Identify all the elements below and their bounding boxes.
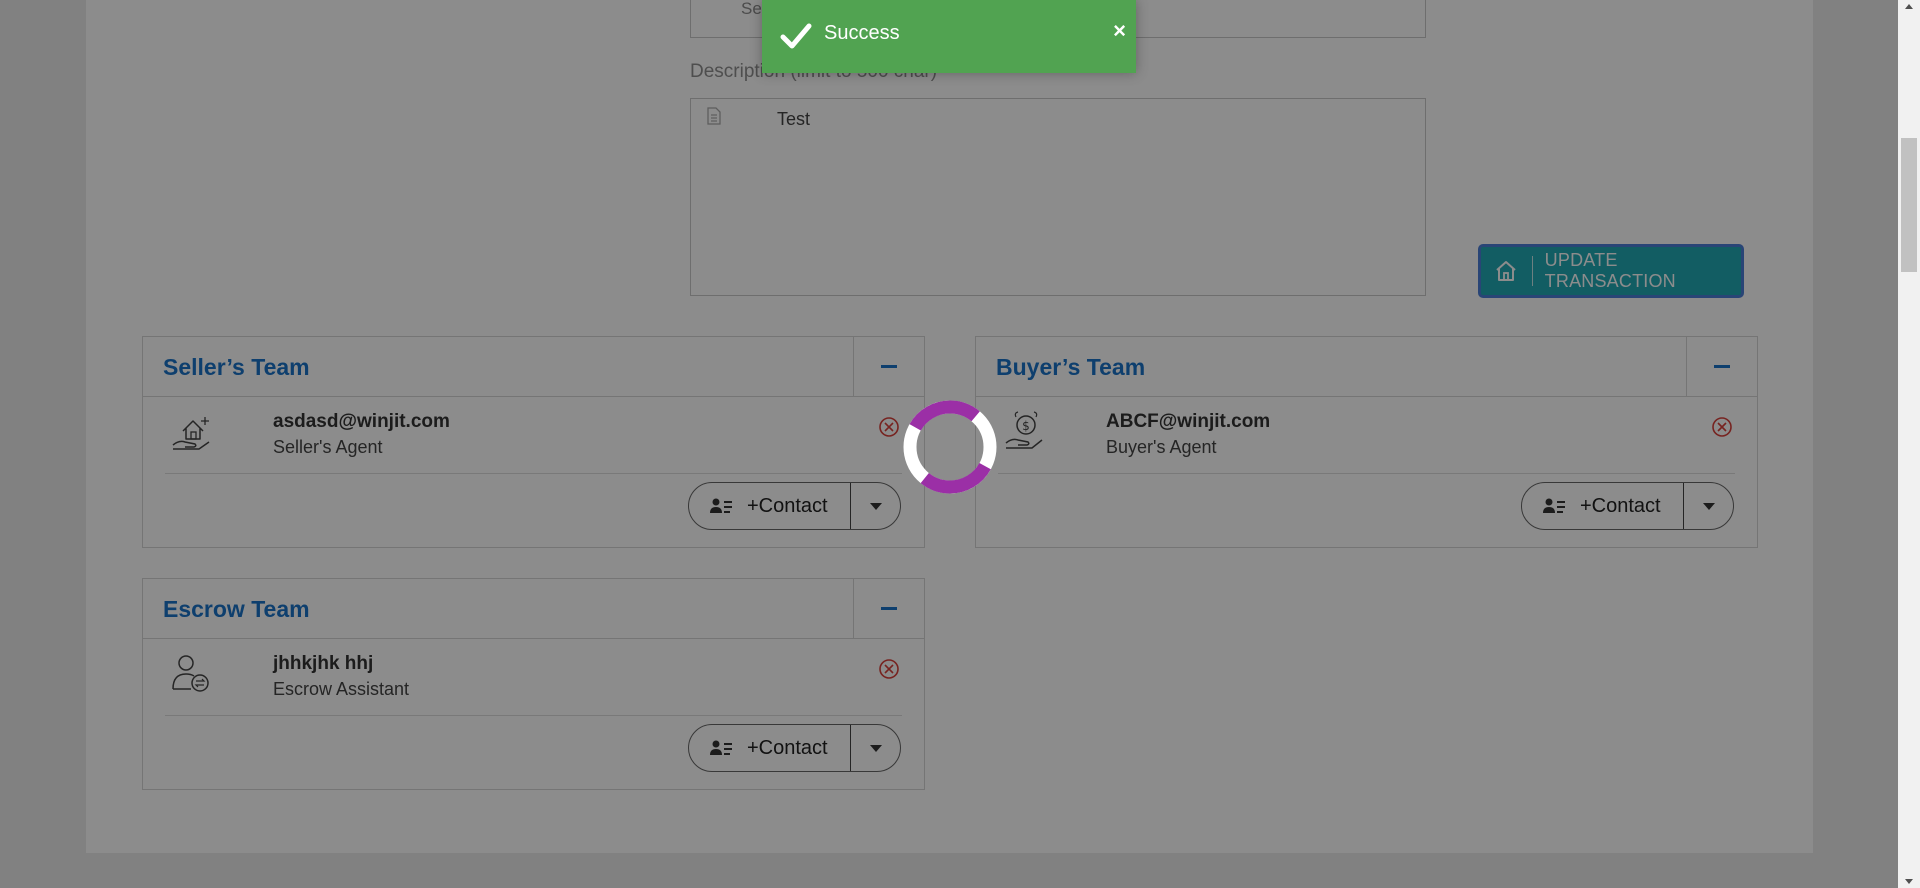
vertical-scrollbar[interactable]: [1898, 0, 1920, 888]
toast-message: Success: [824, 22, 900, 44]
toast-close-button[interactable]: ×: [1113, 18, 1126, 44]
success-toast: Success ×: [762, 0, 1136, 73]
scroll-up-arrow-icon[interactable]: [1905, 4, 1913, 9]
scroll-down-arrow-icon[interactable]: [1905, 879, 1913, 884]
checkmark-icon: [780, 23, 812, 49]
scrollbar-thumb[interactable]: [1901, 138, 1917, 272]
loading-spinner-icon: [903, 400, 997, 494]
